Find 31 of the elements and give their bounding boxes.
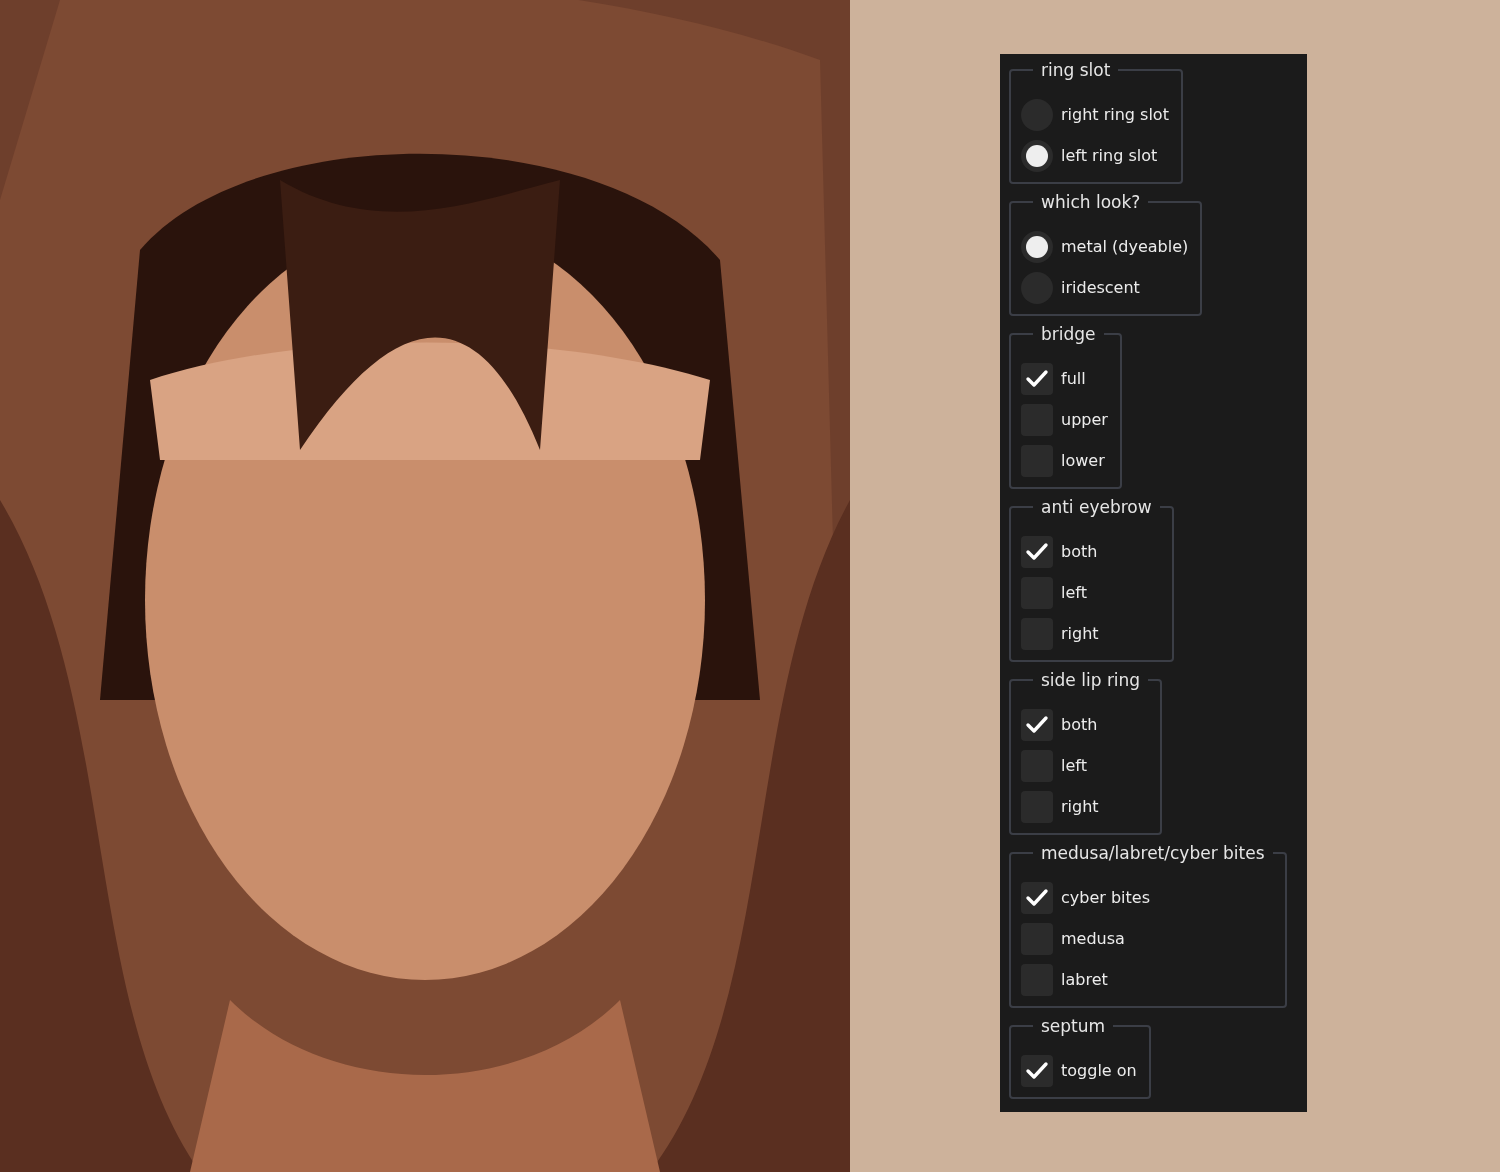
radio-button[interactable] — [1021, 139, 1053, 172]
option-label: cyber bites — [1061, 888, 1150, 907]
group-legend: septum — [1033, 1016, 1114, 1036]
option-label: left — [1061, 756, 1087, 775]
option-label: right ring slot — [1061, 105, 1169, 124]
group-legend: side lip ring — [1033, 670, 1149, 690]
checkbox[interactable] — [1021, 708, 1053, 741]
option-label: both — [1061, 542, 1098, 561]
option-label: left — [1061, 583, 1087, 602]
group-legend: medusa/labret/cyber bites — [1033, 843, 1273, 863]
option-label: toggle on — [1061, 1061, 1137, 1080]
checkbox[interactable] — [1021, 535, 1053, 568]
option-label: medusa — [1061, 929, 1125, 948]
checkbox[interactable] — [1021, 1054, 1053, 1087]
group-legend: ring slot — [1033, 60, 1119, 80]
group-legend: bridge — [1033, 324, 1104, 344]
option-label: upper — [1061, 410, 1108, 429]
option-label: labret — [1061, 970, 1108, 989]
option-label: full — [1061, 369, 1086, 388]
option-label: left ring slot — [1061, 146, 1158, 165]
option-label: metal (dyeable) — [1061, 237, 1189, 256]
option-label: right — [1061, 624, 1099, 643]
option-label: right — [1061, 797, 1099, 816]
option-label: lower — [1061, 451, 1105, 470]
option-label: both — [1061, 715, 1098, 734]
option-label: iridescent — [1061, 278, 1140, 297]
checkbox[interactable] — [1021, 881, 1053, 914]
checkbox[interactable] — [1021, 362, 1053, 395]
radio-button[interactable] — [1021, 230, 1053, 263]
group-legend: anti eyebrow — [1033, 497, 1160, 517]
group-legend: which look? — [1033, 192, 1149, 212]
